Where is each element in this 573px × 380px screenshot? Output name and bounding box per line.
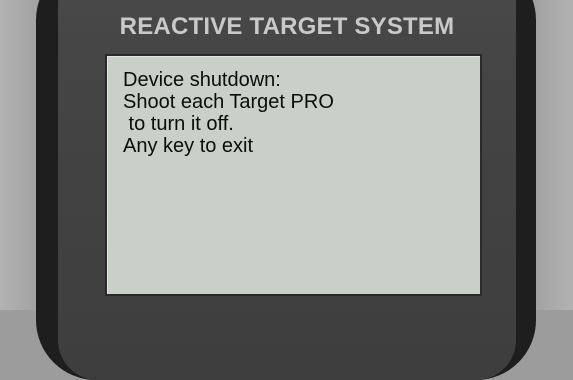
device-title: REACTIVE TARGET SYSTEM	[119, 13, 455, 40]
lcd-line-exit-hint: Any key to exit	[123, 135, 254, 157]
lcd-message: Device shutdown: Shoot each Target PRO t…	[123, 69, 334, 157]
lcd-line-instruction-cont: to turn it off.	[123, 113, 234, 135]
lcd-line-shutdown: Device shutdown:	[123, 69, 281, 91]
lcd-line-instruction: Shoot each Target PRO	[123, 91, 334, 113]
lcd-screen: Device shutdown: Shoot each Target PRO t…	[107, 56, 480, 294]
